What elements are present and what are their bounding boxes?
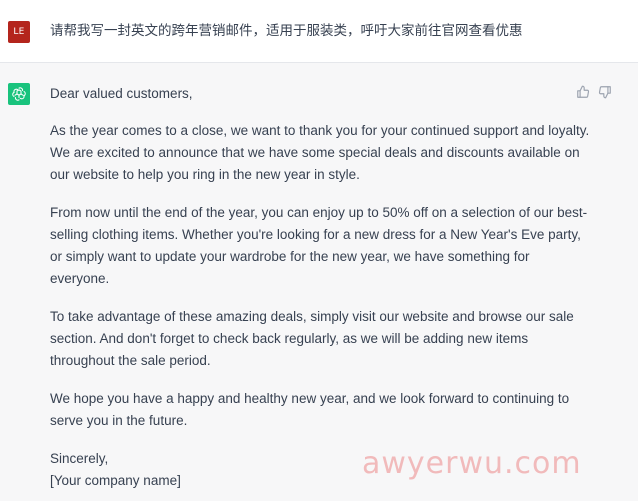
openai-logo-icon: [8, 83, 30, 105]
email-paragraph: From now until the end of the year, you …: [50, 205, 588, 286]
email-paragraph: To take advantage of these amazing deals…: [50, 309, 574, 368]
email-signature: [Your company name]: [50, 473, 181, 488]
user-message-row: LE 请帮我写一封英文的跨年营销邮件，适用于服装类，呼吁大家前往官网查看优惠: [0, 0, 638, 63]
assistant-message-content: Dear valued customers, As the year comes…: [50, 83, 590, 492]
thumbs-down-icon[interactable]: [598, 85, 612, 99]
email-paragraph: As the year comes to a close, we want to…: [50, 123, 590, 182]
user-avatar: LE: [8, 21, 30, 43]
email-closing: Sincerely,: [50, 451, 109, 466]
assistant-message-row: Dear valued customers, As the year comes…: [0, 63, 638, 501]
email-greeting: Dear valued customers,: [50, 86, 193, 101]
user-message-text: 请帮我写一封英文的跨年营销邮件，适用于服装类，呼吁大家前往官网查看优惠: [50, 23, 523, 39]
email-paragraph: We hope you have a happy and healthy new…: [50, 391, 570, 428]
